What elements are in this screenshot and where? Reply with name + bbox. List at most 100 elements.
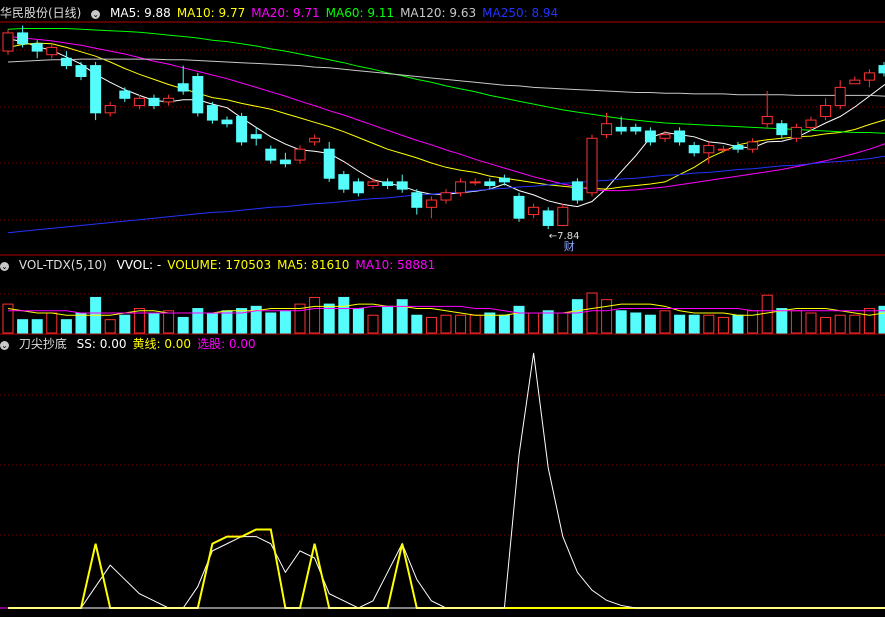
candle-body xyxy=(615,126,627,132)
candle-body xyxy=(250,134,262,139)
volume-bar xyxy=(60,319,72,334)
candle-body xyxy=(688,145,700,154)
candle-body xyxy=(484,181,496,187)
candle-body xyxy=(878,65,885,74)
candle-body xyxy=(790,126,802,139)
candle-body xyxy=(630,126,642,132)
volume-bar xyxy=(17,319,29,334)
candle-body xyxy=(717,148,729,151)
candle-body xyxy=(498,177,510,183)
volume-bar xyxy=(177,316,189,334)
volume-bar xyxy=(703,314,715,334)
volume-bar xyxy=(674,314,686,334)
candle-body xyxy=(805,119,817,128)
candle-body xyxy=(309,137,321,143)
volume-bar xyxy=(484,312,496,334)
candle-body xyxy=(601,123,613,136)
candle-body xyxy=(776,123,788,136)
candle-body xyxy=(659,134,671,139)
volume-bar xyxy=(615,310,627,334)
candle-body xyxy=(761,115,773,125)
volume-bar xyxy=(163,310,175,334)
candle-body xyxy=(2,32,14,52)
volume-bar xyxy=(279,310,291,334)
volume-bar xyxy=(776,308,788,334)
volume-bar xyxy=(820,316,832,334)
candle-body xyxy=(455,181,467,194)
volume-bar xyxy=(732,314,744,334)
candle-body xyxy=(469,181,481,184)
candle-body xyxy=(206,105,218,121)
candle-body xyxy=(60,57,72,67)
volume-bar xyxy=(148,312,160,334)
candle-body xyxy=(382,181,394,187)
volume-bar xyxy=(498,314,510,334)
candle-body xyxy=(148,97,160,107)
ma-line-ma60 xyxy=(7,28,885,134)
volume-bar xyxy=(586,292,598,334)
volume-bar xyxy=(849,314,861,334)
volume-bar xyxy=(863,308,875,334)
ss-line xyxy=(8,352,885,609)
candle-body xyxy=(46,46,58,56)
volume-bar xyxy=(192,308,204,334)
candle-body xyxy=(703,145,715,154)
candle-body xyxy=(674,130,686,143)
candle-body xyxy=(411,192,423,208)
volume-bar xyxy=(747,310,759,334)
candle-body xyxy=(440,192,452,201)
volume-bar xyxy=(119,314,131,334)
candle-body xyxy=(425,199,437,208)
volume-bar xyxy=(382,305,394,334)
volume-bar xyxy=(644,314,656,334)
candle-body xyxy=(571,181,583,201)
volume-bar xyxy=(46,312,58,334)
candle-body xyxy=(820,105,832,117)
volume-bar xyxy=(396,299,408,334)
volume-bar xyxy=(834,314,846,334)
candle-body xyxy=(513,195,525,219)
volume-bar xyxy=(630,312,642,334)
candle-body xyxy=(732,145,744,150)
volume-bar xyxy=(513,305,525,334)
volume-bar xyxy=(790,310,802,334)
candle-body xyxy=(192,76,204,114)
candle-body xyxy=(133,97,145,107)
candle-body xyxy=(528,206,540,216)
candle-body xyxy=(119,90,131,99)
volume-bar xyxy=(688,314,700,334)
candle-body xyxy=(265,148,277,161)
event-tag: 财 xyxy=(564,239,575,253)
candle-body xyxy=(294,148,306,161)
candle-body xyxy=(90,65,102,114)
candle-body xyxy=(17,32,29,45)
candle-body xyxy=(31,43,43,52)
volume-bar xyxy=(557,312,569,334)
volume-bar xyxy=(761,294,773,334)
volume-bar xyxy=(2,303,14,334)
candle-body xyxy=(557,206,569,226)
volume-bar xyxy=(659,310,671,334)
candle-body xyxy=(236,115,248,143)
volume-bar xyxy=(542,310,554,334)
volume-bar xyxy=(455,314,467,334)
candle-body xyxy=(644,130,656,143)
candle-body xyxy=(221,119,233,125)
volume-bar xyxy=(440,314,452,334)
volume-bar xyxy=(133,308,145,334)
ma-line-ma5 xyxy=(7,38,885,208)
volume-bar xyxy=(221,310,233,334)
volume-bar xyxy=(31,319,43,334)
volume-bar xyxy=(805,312,817,334)
candle-body xyxy=(586,137,598,194)
candle-body xyxy=(747,141,759,150)
volume-bar xyxy=(265,312,277,334)
candle-body xyxy=(542,210,554,226)
candle-body xyxy=(367,181,379,187)
candle-body xyxy=(338,174,350,190)
candle-body xyxy=(104,105,116,114)
candle-body xyxy=(163,97,175,103)
stock-chart[interactable]: ←7.84财 xyxy=(0,0,885,617)
candle-body xyxy=(279,159,291,165)
volume-bar xyxy=(601,299,613,334)
